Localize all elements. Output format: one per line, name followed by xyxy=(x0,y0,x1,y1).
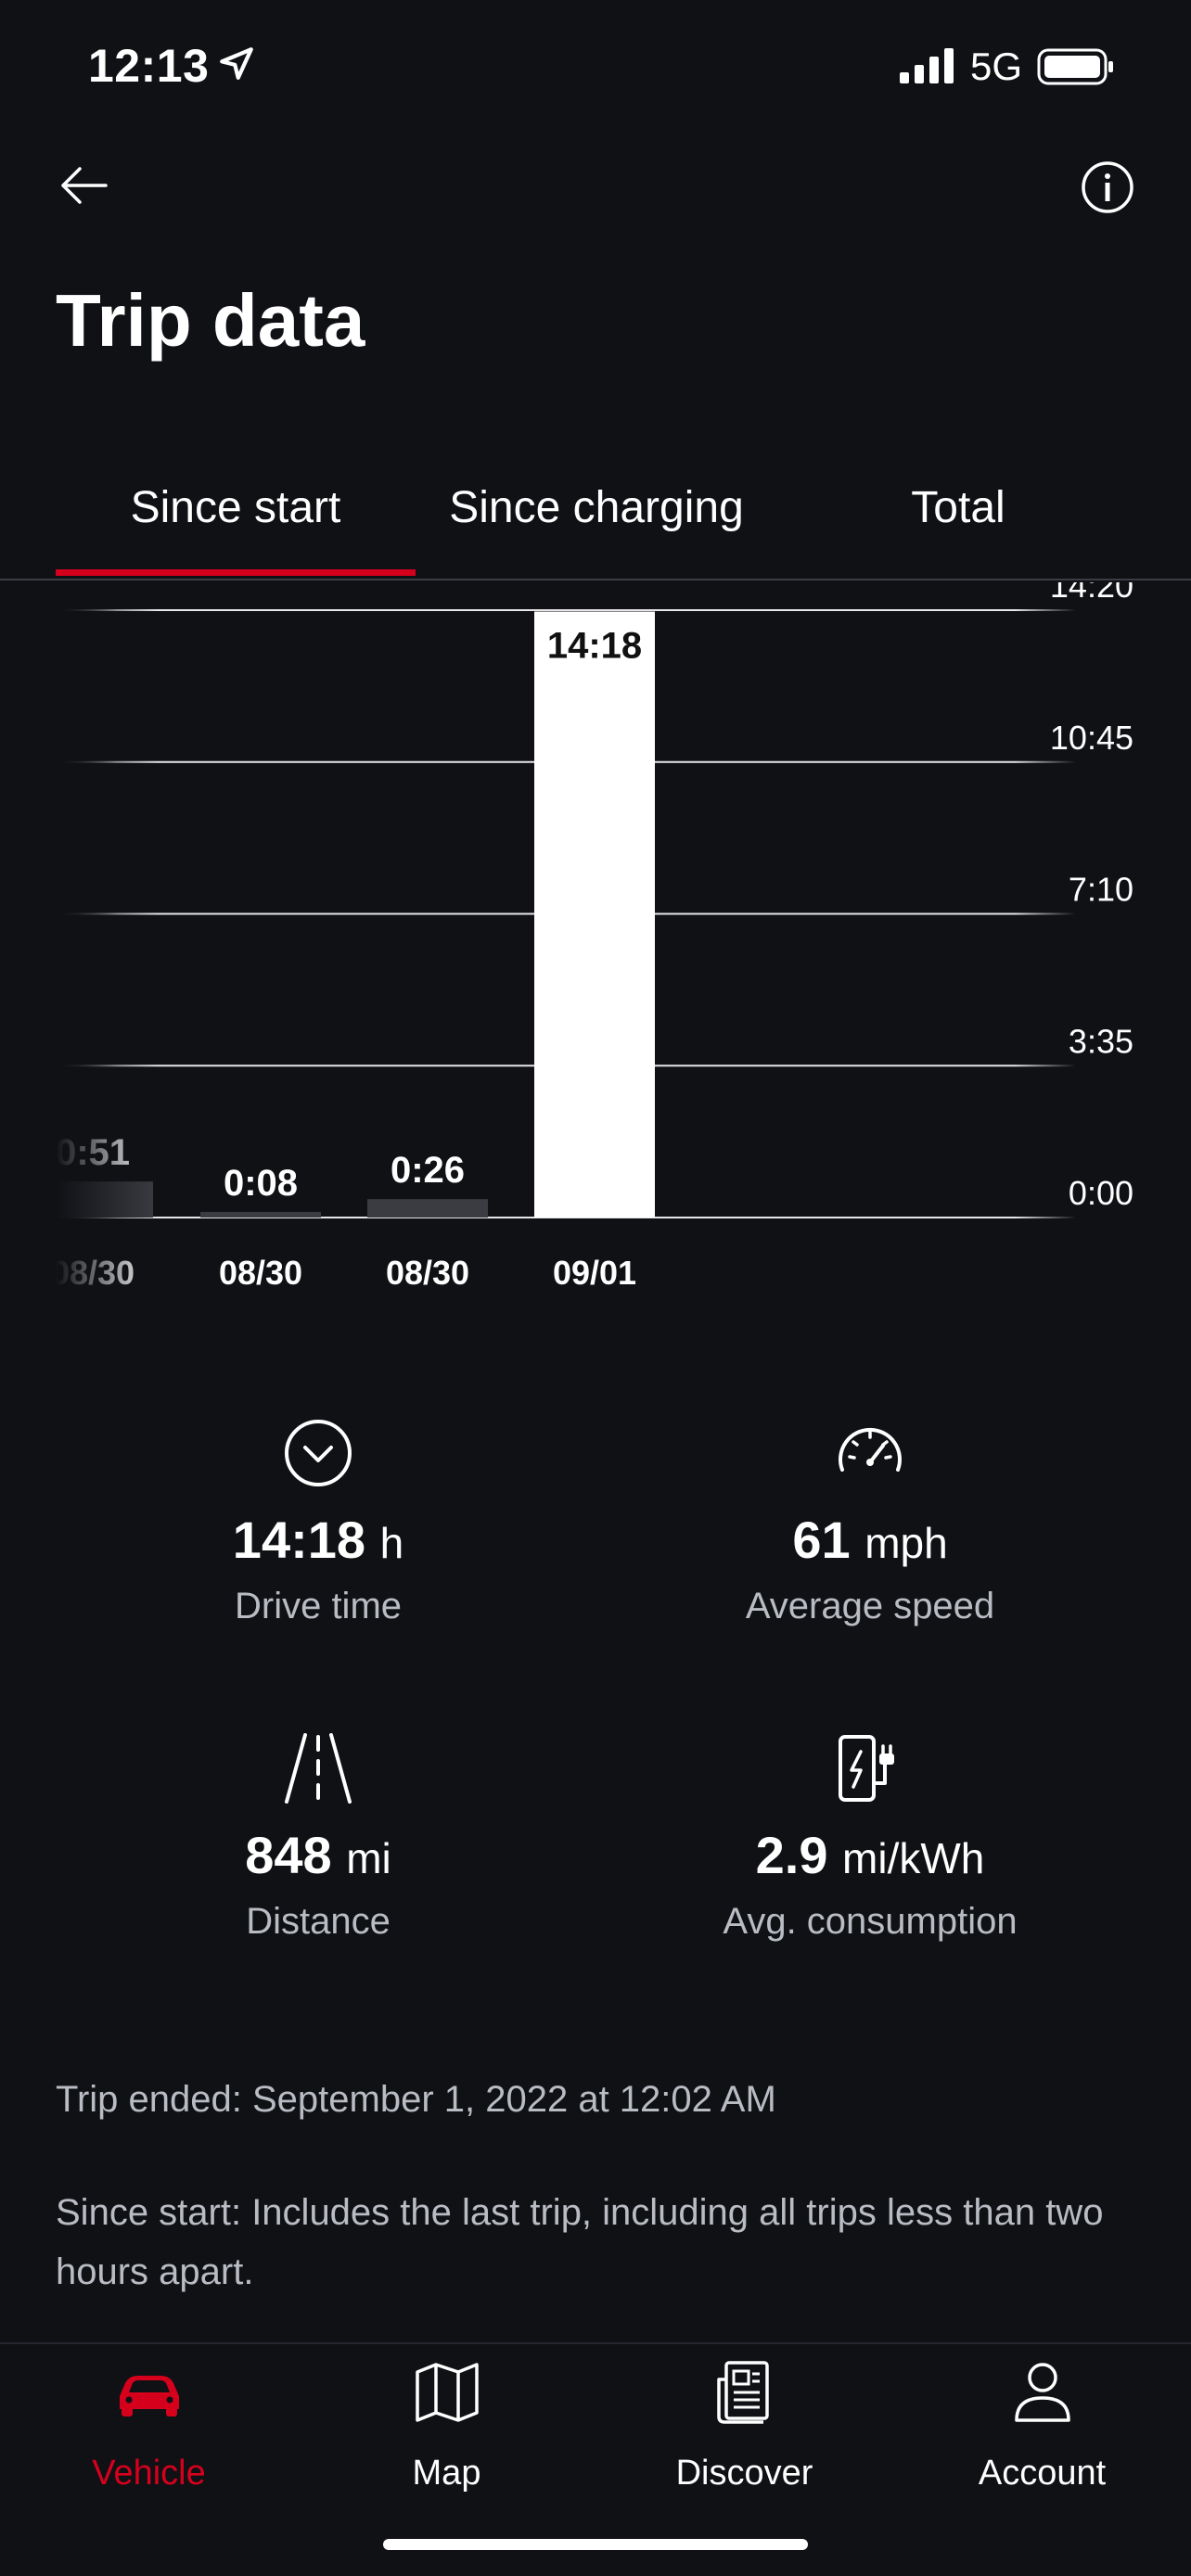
nav-map-label: Map xyxy=(412,2454,481,2493)
chevron-circle-icon xyxy=(285,1420,352,1486)
drive-time-number: 14:18 xyxy=(232,1511,366,1569)
drive-time-label: Drive time xyxy=(234,1586,403,1626)
consumption-unit: mi/kWh xyxy=(842,1834,985,1882)
since-start-note: Since start: Includes the last trip, inc… xyxy=(56,2192,1104,2292)
average-speed-label: Average speed xyxy=(745,1586,995,1626)
distance-number: 848 xyxy=(245,1826,332,1884)
average-speed-value: 61 mph xyxy=(610,1510,1130,1570)
nav-vehicle-label: Vehicle xyxy=(92,2454,206,2493)
bottom-nav-divider xyxy=(0,2342,1191,2344)
tab-since-start[interactable]: Since start xyxy=(56,482,416,533)
road-icon xyxy=(285,1733,352,1804)
bar-value-label: 0:08 xyxy=(224,1163,298,1204)
y-tick-label: 14:20 xyxy=(1050,582,1133,605)
y-tick-label: 0:00 xyxy=(1069,1174,1133,1212)
newspaper-icon xyxy=(716,2361,769,2424)
gridline xyxy=(56,609,1076,611)
home-indicator xyxy=(383,2539,808,2550)
person-icon xyxy=(1014,2363,1070,2422)
y-tick-label: 3:35 xyxy=(1069,1022,1133,1060)
drive-time-value: 14:18 h xyxy=(58,1510,578,1570)
distance-value: 848 mi xyxy=(58,1825,578,1885)
status-time: 12:13 xyxy=(88,40,210,92)
average-speed-number: 61 xyxy=(792,1511,851,1569)
nav-discover[interactable]: Discover xyxy=(596,2355,893,2494)
chart-left-fade xyxy=(56,582,158,1306)
drive-time-chart[interactable]: 0:5108/300:0808/300:2608/3014:1809/01 0:… xyxy=(0,582,1191,1306)
trip-ended-text: Trip ended: September 1, 2022 at 12:02 A… xyxy=(56,2079,776,2120)
drive-time-unit: h xyxy=(379,1519,404,1567)
location-arrow-icon xyxy=(220,47,253,80)
active-tab-indicator xyxy=(56,569,416,576)
consumption-value: 2.9 mi/kWh xyxy=(610,1825,1130,1885)
consumption-label: Avg. consumption xyxy=(723,1901,1018,1942)
tab-since-charging[interactable]: Since charging xyxy=(416,482,777,533)
info-icon[interactable] xyxy=(1080,159,1135,215)
page-title: Trip data xyxy=(56,279,365,362)
tabs-divider xyxy=(0,579,1191,580)
y-tick-label: 7:10 xyxy=(1069,871,1133,909)
speedometer-icon xyxy=(839,1427,902,1472)
battery-icon xyxy=(1037,48,1113,85)
back-arrow-icon[interactable] xyxy=(56,158,111,213)
consumption-number: 2.9 xyxy=(755,1826,828,1884)
nav-account[interactable]: Account xyxy=(893,2355,1191,2494)
bar-value-label: 14:18 xyxy=(547,626,642,667)
y-tick-label: 10:45 xyxy=(1050,719,1133,757)
signal-icon xyxy=(900,48,954,83)
charging-station-icon xyxy=(839,1735,894,1802)
average-speed-unit: mph xyxy=(864,1519,948,1567)
tab-total[interactable]: Total xyxy=(777,482,1139,533)
map-icon xyxy=(415,2363,479,2422)
x-category-label: 08/30 xyxy=(386,1254,469,1292)
nav-map[interactable]: Map xyxy=(298,2355,596,2494)
x-category-label: 08/30 xyxy=(219,1254,302,1292)
bar-value-label: 0:26 xyxy=(391,1150,465,1191)
network-label: 5G xyxy=(970,45,1023,88)
distance-unit: mi xyxy=(346,1834,391,1882)
chart-bar xyxy=(367,1199,488,1218)
chart-bar xyxy=(534,611,655,1218)
chart-bar xyxy=(200,1211,321,1218)
nav-discover-label: Discover xyxy=(675,2454,813,2493)
car-icon xyxy=(119,2376,179,2417)
nav-account-label: Account xyxy=(978,2454,1107,2493)
x-category-label: 09/01 xyxy=(553,1254,636,1292)
distance-label: Distance xyxy=(246,1901,391,1942)
nav-vehicle[interactable]: Vehicle xyxy=(0,2355,298,2494)
